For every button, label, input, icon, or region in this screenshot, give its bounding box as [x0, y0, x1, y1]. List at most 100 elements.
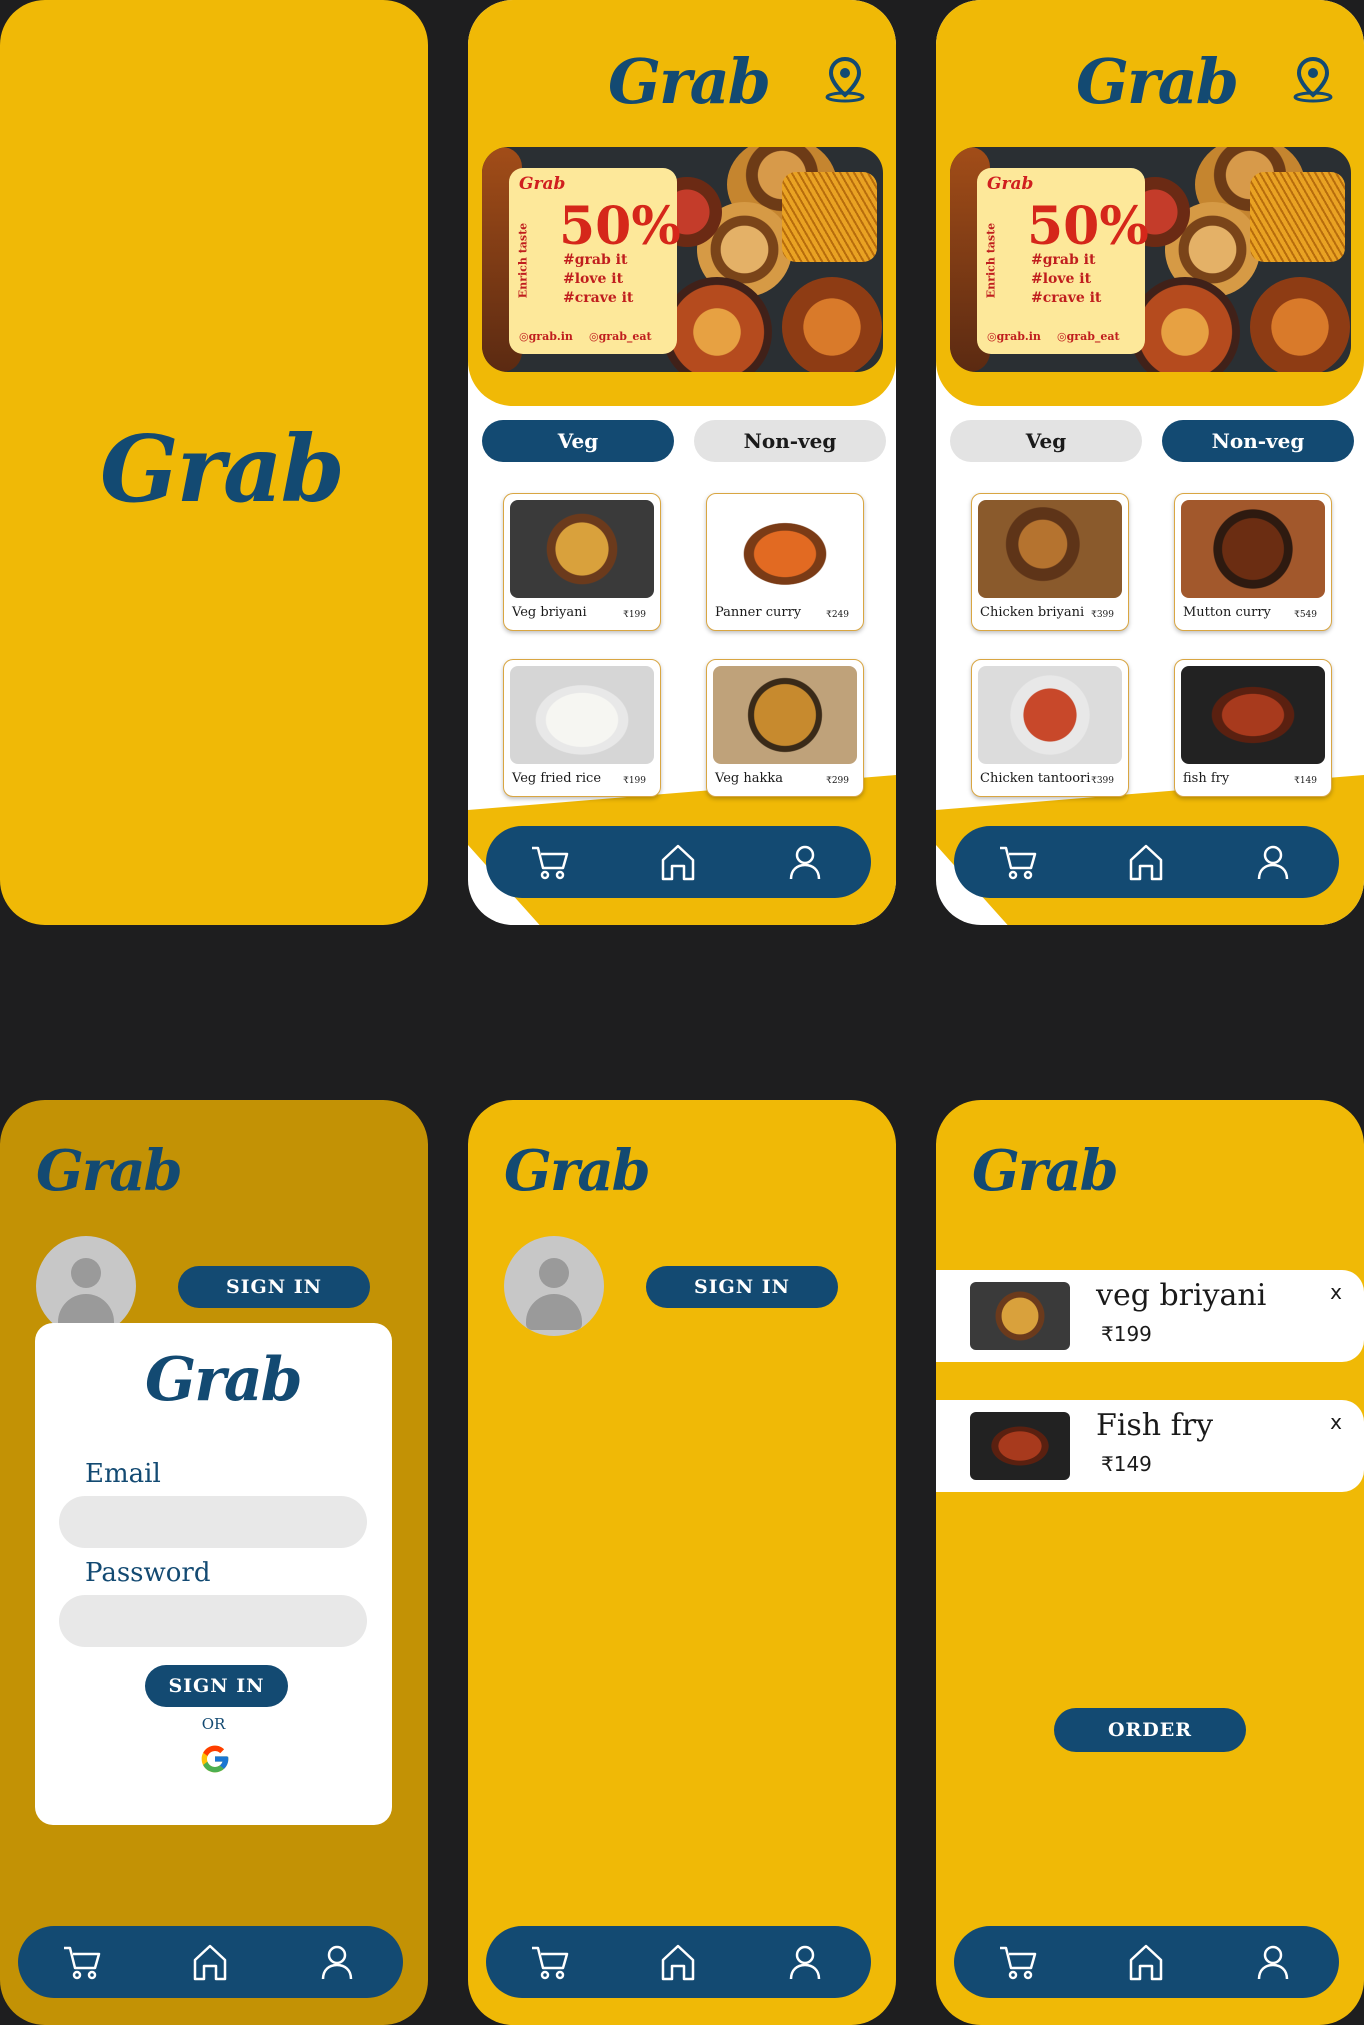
tab-nonveg[interactable]: Non-veg [694, 420, 886, 462]
menu-card[interactable]: Veg hakka ₹299 [706, 659, 864, 797]
promo-web: ◎grab.in [987, 330, 1041, 343]
cart-item-price: ₹199 [1101, 1322, 1152, 1346]
pizza-image [782, 277, 882, 372]
menu-card[interactable]: Panner curry ₹249 [706, 493, 864, 631]
card-name: Chicken tantoori [980, 771, 1091, 786]
promo-social: ◎grab_eat [1057, 330, 1120, 343]
food-image [713, 666, 857, 764]
bottom-nav [954, 826, 1339, 898]
bottom-nav [18, 1926, 403, 1998]
user-icon[interactable] [1253, 1942, 1293, 1982]
cart-screen: Grab veg briyani ₹199 x Fish fry ₹149 x … [936, 1100, 1364, 2025]
promo-tag: #grab it [1031, 252, 1096, 268]
home-header: Grab Grab Enrich taste 50% #grab it #lov… [936, 0, 1364, 406]
header-logo: Grab [972, 1138, 1119, 1204]
card-price: ₹399 [1091, 610, 1114, 620]
pizza-image [1250, 277, 1350, 372]
cart-icon[interactable] [998, 842, 1038, 882]
signin-button[interactable]: SIGN IN [178, 1266, 370, 1308]
menu-card[interactable]: Veg fried rice ₹199 [503, 659, 661, 797]
user-icon[interactable] [785, 842, 825, 882]
login-screen: Grab SIGN IN Grab Email Password SIGN IN… [0, 1100, 428, 2025]
home-veg-screen: Grab Grab Enrich taste 50% #grab it #lov… [468, 0, 896, 925]
promo-discount: 50% [559, 196, 681, 257]
card-name: Chicken briyani [980, 605, 1085, 620]
email-label: Email [85, 1459, 161, 1489]
cart-icon[interactable] [530, 1942, 570, 1982]
cart-item-price: ₹149 [1101, 1452, 1152, 1476]
promo-banner[interactable]: Grab Enrich taste 50% #grab it #love it … [482, 147, 883, 372]
avatar [504, 1236, 604, 1336]
home-icon[interactable] [1126, 842, 1166, 882]
cart-icon[interactable] [530, 842, 570, 882]
fries-image [782, 172, 877, 262]
header-logo: Grab [608, 45, 771, 118]
menu-card[interactable]: fish fry ₹149 [1174, 659, 1332, 797]
food-image [510, 666, 654, 764]
card-price: ₹199 [623, 610, 646, 620]
home-header: Grab Grab Enrich taste 50% #grab it #lov… [468, 0, 896, 406]
user-icon[interactable] [785, 1942, 825, 1982]
promo-card: Grab Enrich taste 50% #grab it #love it … [509, 168, 681, 354]
google-icon[interactable] [199, 1743, 231, 1775]
cart-item[interactable]: Fish fry ₹149 x [936, 1400, 1364, 1492]
card-price: ₹549 [1294, 610, 1317, 620]
home-icon[interactable] [190, 1942, 230, 1982]
promo-discount: 50% [1027, 196, 1149, 257]
home-icon[interactable] [658, 842, 698, 882]
signin-button[interactable]: SIGN IN [646, 1266, 838, 1308]
promo-logo: Grab [519, 174, 566, 194]
remove-item-button[interactable]: x [1330, 1410, 1342, 1434]
cart-item[interactable]: veg briyani ₹199 x [936, 1270, 1364, 1362]
or-divider: OR [201, 1715, 226, 1733]
card-name: Veg briyani [512, 605, 587, 620]
tab-veg[interactable]: Veg [950, 420, 1142, 462]
cart-item-name: veg briyani [1096, 1278, 1267, 1313]
cart-icon[interactable] [998, 1942, 1038, 1982]
promo-card: Grab Enrich taste 50% #grab it #love it … [977, 168, 1149, 354]
promo-tagline: Enrich taste [984, 222, 998, 299]
remove-item-button[interactable]: x [1330, 1280, 1342, 1304]
password-field[interactable] [59, 1595, 367, 1647]
order-button[interactable]: ORDER [1054, 1708, 1246, 1752]
cart-item-name: Fish fry [1096, 1408, 1214, 1443]
promo-social: ◎grab_eat [589, 330, 652, 343]
card-price: ₹249 [826, 610, 849, 620]
email-field[interactable] [59, 1496, 367, 1548]
food-image [713, 500, 857, 598]
promo-tag: #grab it [563, 252, 628, 268]
card-price: ₹299 [826, 776, 849, 786]
location-pin-icon[interactable] [823, 55, 867, 103]
menu-card[interactable]: Chicken briyani ₹399 [971, 493, 1129, 631]
modal-signin-button[interactable]: SIGN IN [145, 1665, 288, 1707]
cart-icon[interactable] [62, 1942, 102, 1982]
header-logo: Grab [1076, 45, 1239, 118]
menu-card[interactable]: Veg briyani ₹199 [503, 493, 661, 631]
promo-tag: #love it [1031, 271, 1092, 287]
header-logo: Grab [504, 1138, 651, 1204]
header-logo: Grab [36, 1138, 183, 1204]
menu-card[interactable]: Chicken tantoori ₹399 [971, 659, 1129, 797]
promo-tagline: Enrich taste [516, 222, 530, 299]
card-name: Mutton curry [1183, 605, 1271, 620]
profile-screen: Grab SIGN IN [468, 1100, 896, 2025]
promo-web: ◎grab.in [519, 330, 573, 343]
location-pin-icon[interactable] [1291, 55, 1335, 103]
tab-nonveg[interactable]: Non-veg [1162, 420, 1354, 462]
home-icon[interactable] [658, 1942, 698, 1982]
food-image [510, 500, 654, 598]
card-price: ₹149 [1294, 776, 1317, 786]
splash-screen: Grab [0, 0, 428, 925]
fries-image [1250, 172, 1345, 262]
login-modal: Grab Email Password SIGN IN OR [35, 1323, 392, 1825]
home-icon[interactable] [1126, 1942, 1166, 1982]
password-label: Password [85, 1558, 211, 1588]
promo-tag: #love it [563, 271, 624, 287]
promo-banner[interactable]: Grab Enrich taste 50% #grab it #love it … [950, 147, 1351, 372]
promo-logo: Grab [987, 174, 1034, 194]
card-name: Panner curry [715, 605, 802, 620]
user-icon[interactable] [1253, 842, 1293, 882]
user-icon[interactable] [317, 1942, 357, 1982]
tab-veg[interactable]: Veg [482, 420, 674, 462]
menu-card[interactable]: Mutton curry ₹549 [1174, 493, 1332, 631]
